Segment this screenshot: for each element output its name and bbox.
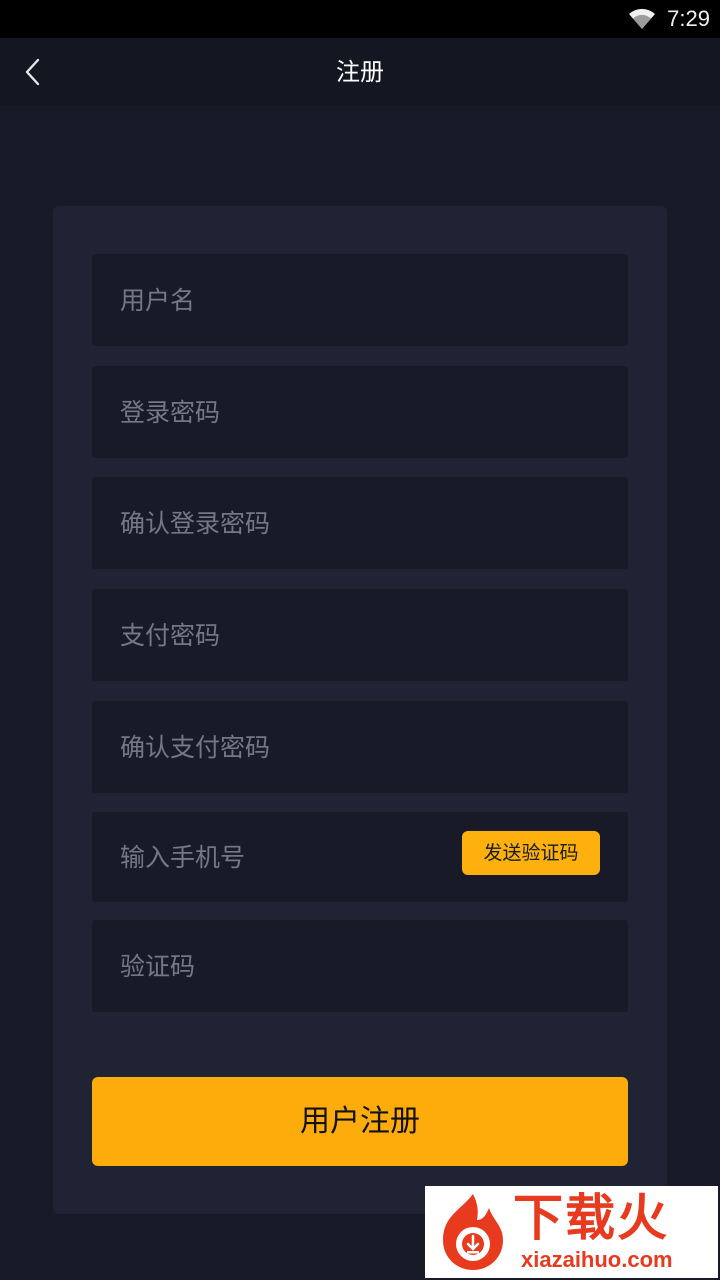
page-title: 注册 xyxy=(336,58,384,86)
payment-password-input[interactable] xyxy=(92,589,628,681)
verification-code-field xyxy=(92,920,628,1012)
confirm-login-password-field xyxy=(92,477,628,569)
status-bar: 7:29 xyxy=(0,0,720,38)
confirm-payment-password-field xyxy=(92,701,628,793)
header-bar: 注册 xyxy=(0,38,720,106)
username-field xyxy=(92,254,628,346)
send-code-button[interactable]: 发送验证码 xyxy=(462,831,600,875)
payment-password-field xyxy=(92,589,628,681)
wifi-icon xyxy=(629,8,655,29)
confirm-login-password-input[interactable] xyxy=(92,477,628,569)
confirm-payment-password-input[interactable] xyxy=(92,701,628,793)
verification-code-input[interactable] xyxy=(92,920,628,1012)
watermark-brand: 下载火 xyxy=(513,1189,669,1247)
watermark-logo: 下载火 xiazaihuo.com xyxy=(425,1186,718,1278)
watermark-domain: xiazaihuo.com xyxy=(521,1247,673,1272)
phone-field: 发送验证码 xyxy=(92,812,628,902)
login-password-field xyxy=(92,366,628,458)
register-button[interactable]: 用户注册 xyxy=(92,1077,628,1166)
login-password-input[interactable] xyxy=(92,366,628,458)
username-input[interactable] xyxy=(92,254,628,346)
status-time: 7:29 xyxy=(667,6,710,31)
register-form-card: 发送验证码 用户注册 xyxy=(53,206,667,1214)
flame-logo-icon xyxy=(443,1194,503,1270)
